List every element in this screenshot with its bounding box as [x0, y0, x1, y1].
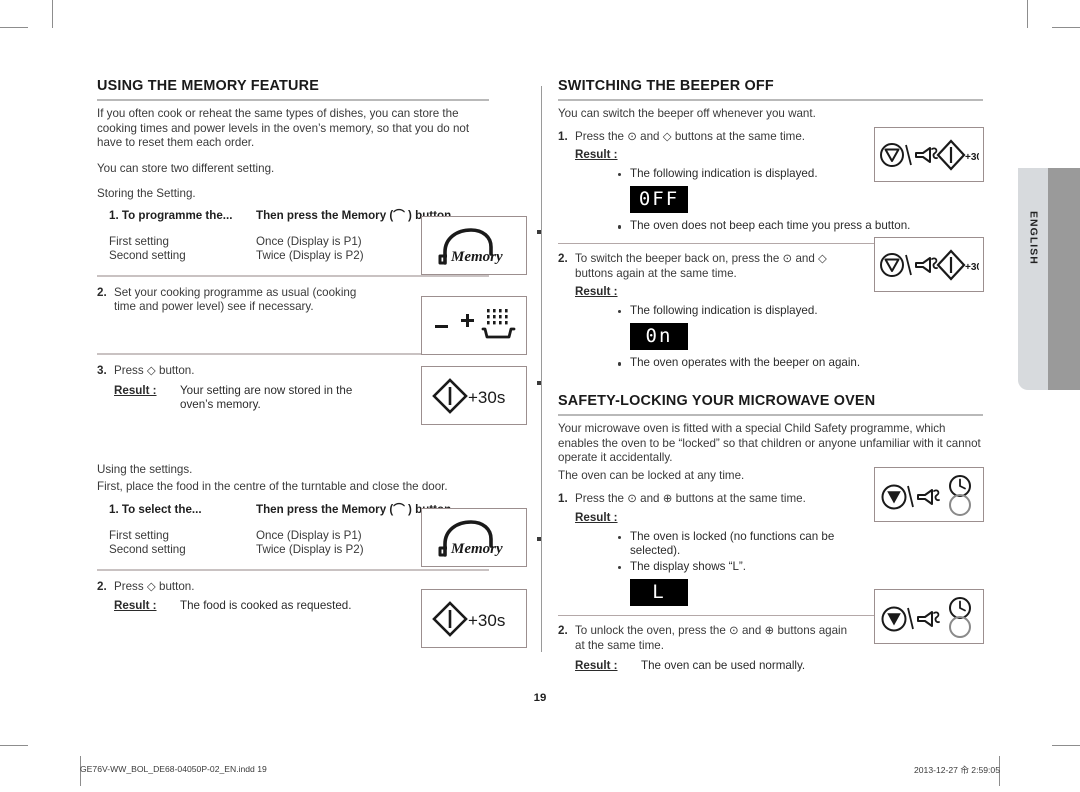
using-settings-intro: First, place the food in the centre of t…	[97, 480, 448, 494]
beeper-step-2-bullets-2: The oven operates with the beeper on aga…	[558, 356, 983, 371]
result-label: Result :	[575, 285, 618, 299]
start-30s-icon-panel-1: +30s	[421, 366, 527, 425]
store-row-1-c1: Second setting	[109, 249, 186, 263]
using-step-2-number: 2.	[97, 579, 107, 593]
memory-step-3-result-text: Your setting are now stored in the oven’…	[180, 383, 353, 412]
safety-unlock-icon-panel-2	[874, 589, 984, 644]
footer: GE76V-WW_BOL_DE68-04050P-02_EN.indd 19 2…	[80, 764, 1000, 776]
crop-mark-left-bottom	[0, 745, 28, 746]
list-item: The oven is locked (no functions can be …	[618, 530, 853, 559]
section-heading-beeper: SWITCHING THE BEEPER OFF	[558, 78, 983, 101]
select-row-0-c1: First setting	[109, 528, 169, 542]
memory-button-icon-panel-2: Memory	[421, 508, 527, 567]
start-plus-30s-icon: +30s	[430, 599, 518, 639]
language-tab-label: ENGLISH	[1027, 211, 1039, 265]
beeper-intro: You can switch the beeper off whenever y…	[558, 107, 816, 120]
section-heading-safety-lock: SAFETY-LOCKING YOUR MICROWAVE OVEN	[558, 393, 983, 416]
beeper-on-display-wrap: 0n	[558, 323, 983, 351]
stop-cancel-plug-clock-icon	[879, 473, 979, 517]
svg-text:Memory: Memory	[450, 249, 503, 265]
section-heading-memory: USING THE MEMORY FEATURE	[97, 78, 489, 101]
beeper-step-2-number: 2.	[558, 251, 568, 265]
divider-tick-3	[537, 537, 541, 541]
power-level-icon-panel	[421, 296, 527, 355]
store-table-col1-header: 1. To programme the...	[109, 208, 233, 222]
crop-mark-right-top	[1052, 27, 1080, 28]
list-item: The display shows “L”.	[618, 560, 853, 575]
memory-head-icon: Memory	[431, 225, 517, 267]
safety-step-2-text: To unlock the oven, press the ⊙ and ⊕ bu…	[575, 624, 848, 652]
memory-button-icon-panel: Memory	[421, 216, 527, 275]
footer-filename: GE76V-WW_BOL_DE68-04050P-02_EN.indd 19	[80, 764, 267, 774]
safety-step-2-result: Result : The oven can be used normally.	[558, 659, 983, 674]
svg-text:+30s: +30s	[965, 152, 979, 163]
language-tab-dark	[1048, 168, 1080, 390]
page-number: 19	[533, 692, 547, 704]
using-settings-label: Using the settings.	[97, 462, 193, 476]
stop-cancel-plug-clock-icon	[879, 595, 979, 639]
beeper-step-1-bullets-2: The oven does not beep each time you pre…	[558, 219, 983, 234]
language-side-tab: ENGLISH	[1018, 168, 1080, 390]
list-item: The oven does not beep each time you pre…	[618, 219, 983, 234]
safety-step-2-number: 2.	[558, 624, 568, 638]
crop-mark-top-left	[52, 0, 53, 28]
select-row-1-c1: Second setting	[109, 543, 186, 557]
beeper-step-2-bullets: The following indication is displayed.	[558, 304, 983, 319]
result-label: Result :	[575, 659, 618, 673]
divider-tick-1	[537, 230, 541, 234]
result-label: Result :	[114, 599, 157, 613]
safety-step-1-bullets: The oven is locked (no functions can be …	[558, 530, 983, 575]
rule-after-select-table	[97, 568, 489, 571]
safety-step-1-text: Press the ⊙ and ⊕ buttons at the same ti…	[575, 492, 806, 506]
start-plus-30s-icon: +30s	[430, 376, 518, 416]
power-level-dish-icon	[429, 305, 519, 347]
manual-page: USING THE MEMORY FEATURE If you often co…	[0, 0, 1080, 792]
crop-mark-top-right	[1027, 0, 1028, 28]
list-item: The oven operates with the beeper on aga…	[618, 356, 983, 371]
store-row-0-c1: First setting	[109, 234, 169, 248]
memory-step-2-text: Set your cooking programme as usual (coo…	[114, 285, 357, 314]
result-label: Result :	[114, 383, 157, 397]
crop-mark-right-bottom	[1052, 745, 1080, 746]
beeper-off-display-wrap: 0FF	[558, 186, 983, 214]
memory-step-2-number: 2.	[97, 285, 107, 299]
stop-cancel-plug-start-icon: +30s	[879, 246, 979, 284]
svg-text:Memory: Memory	[450, 541, 503, 557]
storing-the-setting-label: Storing the Setting.	[97, 187, 196, 201]
result-label: Result :	[575, 148, 618, 162]
stop-cancel-plug-start-icon: +30s	[879, 136, 979, 174]
divider-tick-2	[537, 381, 541, 385]
memory-intro-paragraph-1: If you often cook or reheat the same typ…	[97, 107, 470, 150]
safety-step-1-number: 1.	[558, 492, 568, 506]
start-30s-icon-panel-2: +30s	[421, 589, 527, 648]
rule-after-store-table	[97, 274, 489, 277]
safety-step-2-result-text: The oven can be used normally.	[641, 659, 806, 673]
beeper-on-icon-panel: +30s	[874, 237, 984, 292]
memory-head-icon: Memory	[431, 517, 517, 559]
lcd-display-on: 0n	[630, 323, 688, 351]
beeper-off-icon-panel: +30s	[874, 127, 984, 182]
beeper-step-2-text: To switch the beeper back on, press the …	[575, 251, 827, 280]
crop-mark-left-top	[0, 27, 28, 28]
result-label: Result :	[575, 510, 618, 524]
beeper-step-1-text: Press the ⊙ and ◇ buttons at the same ti…	[575, 129, 806, 143]
beeper-step-1-number: 1.	[558, 129, 568, 143]
svg-text:+30s: +30s	[468, 611, 505, 630]
svg-text:+30s: +30s	[468, 388, 505, 407]
lcd-display-off: 0FF	[630, 186, 688, 214]
svg-text:+30s: +30s	[965, 262, 979, 273]
footer-timestamp: 2013-12-27 㠳 2:59:05	[913, 765, 1000, 775]
lcd-display-lock: L	[630, 579, 688, 607]
select-table-col1-header: 1. To select the...	[109, 502, 202, 516]
column-divider	[541, 86, 542, 652]
safety-intro-1: Your microwave oven is fitted with a spe…	[558, 421, 981, 465]
using-step-2-result-text: The food is cooked as requested.	[180, 599, 352, 613]
list-item: The following indication is displayed.	[618, 304, 983, 319]
memory-intro-paragraph-2: You can store two different setting.	[97, 161, 275, 175]
memory-step-3-number: 3.	[97, 363, 107, 377]
safety-lock-icon-panel-1	[874, 467, 984, 522]
